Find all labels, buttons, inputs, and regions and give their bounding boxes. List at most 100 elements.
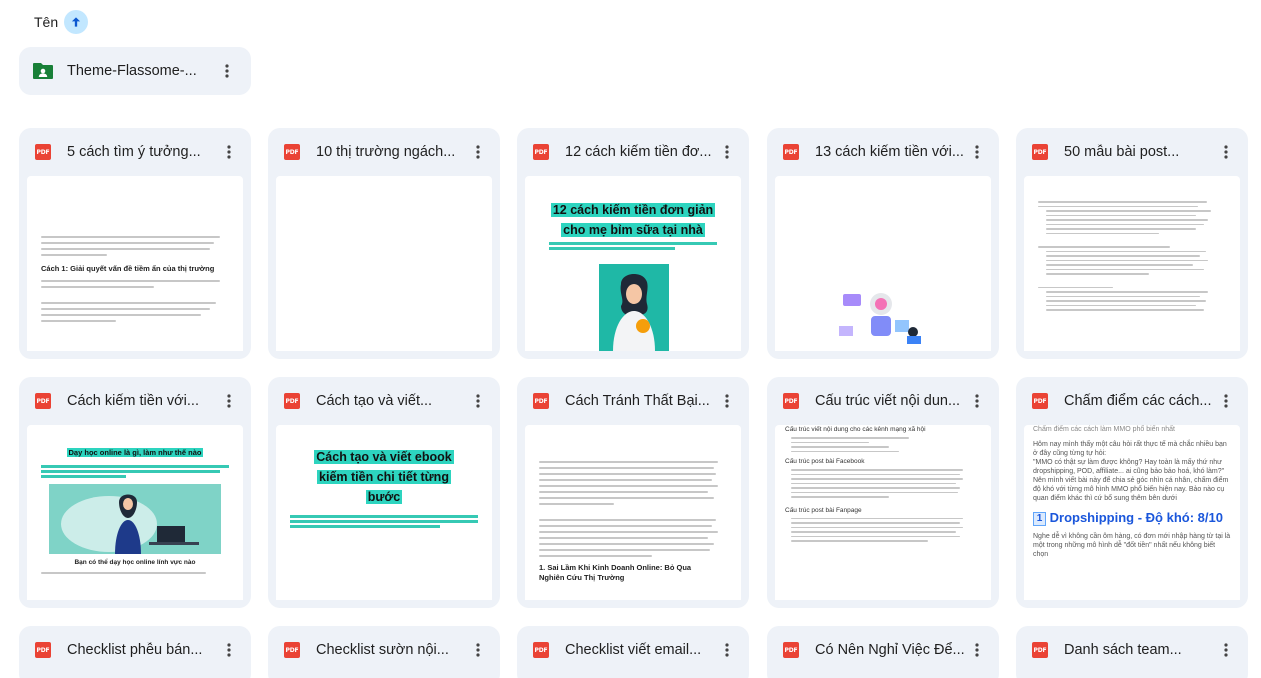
arrow-up-icon (72, 17, 81, 27)
pdf-icon: PDF (783, 393, 799, 409)
file-card[interactable]: PDF Cách tạo và viết... Cách tạo và viết… (268, 377, 500, 608)
more-vert-icon (476, 643, 480, 657)
sort-direction-button[interactable] (64, 10, 89, 34)
file-thumbnail (1024, 176, 1240, 351)
thumb-title: 12 cách kiếm tiền đơn giản (550, 203, 716, 217)
thumb-illustration (49, 484, 221, 554)
pdf-icon: PDF (35, 144, 51, 160)
more-options-button[interactable] (217, 389, 241, 413)
thumb-heading: Dropshipping - Độ khó: 8/10 (1049, 510, 1223, 525)
thumb-title: bước (365, 490, 403, 504)
file-name: Checklist viết email... (565, 642, 702, 658)
more-options-button[interactable] (466, 389, 490, 413)
thumb-paragraph: Hôm nay mình thấy một câu hỏi rất thực t… (1033, 441, 1227, 457)
file-name: Checklist phễu bán... (67, 642, 203, 658)
thumb-title: cho mẹ bỉm sữa tại nhà (561, 223, 705, 237)
folder-name: Theme-Flassome-... (67, 63, 197, 79)
file-card[interactable]: PDF Có Nên Nghỉ Việc Để... (767, 626, 999, 678)
thumb-illustration (599, 264, 669, 351)
more-options-button[interactable] (217, 638, 241, 662)
folder-item[interactable]: Theme-Flassome-... (19, 47, 251, 95)
file-thumbnail: Cách 1: Giải quyết vấn đề tiềm ẩn của th… (27, 176, 243, 351)
more-vert-icon (225, 64, 229, 78)
more-options-button[interactable] (466, 638, 490, 662)
pdf-icon: PDF (783, 642, 799, 658)
file-card[interactable]: PDF Checklist phễu bán... (19, 626, 251, 678)
sort-label[interactable]: Tên (34, 14, 58, 30)
thumb-title: Dạy học online là gì, làm như thế nào (66, 448, 204, 457)
file-card[interactable]: PDF 10 thị trường ngách... (268, 128, 500, 359)
file-name: Chấm điểm các cách... (1064, 393, 1212, 409)
file-card[interactable]: PDF Checklist sườn nội... (268, 626, 500, 678)
pdf-icon: PDF (35, 393, 51, 409)
more-options-button[interactable] (1214, 389, 1238, 413)
more-vert-icon (1224, 145, 1228, 159)
file-thumbnail: Cấu trúc viết nội dung cho các kênh mạng… (775, 425, 991, 600)
thumb-paragraph: Nghe dễ vì không cần ôm hàng, có đơn mới… (1033, 533, 1231, 558)
file-thumbnail: 1. Sai Lầm Khi Kinh Doanh Online: Bỏ Qua… (525, 425, 741, 600)
more-options-button[interactable] (215, 59, 239, 83)
more-vert-icon (725, 145, 729, 159)
file-card[interactable]: PDF 13 cách kiếm tiền với... (767, 128, 999, 359)
thumb-title: Cấu trúc viết nội dung cho các kênh mạng… (785, 426, 926, 433)
file-thumbnail: Dạy học online là gì, làm như thế nào Bạ… (27, 425, 243, 600)
more-vert-icon (975, 643, 979, 657)
more-options-button[interactable] (715, 389, 739, 413)
thumb-subheading: Cấu trúc post bài Fanpage (785, 506, 862, 514)
thumb-subheading: Cấu trúc post bài Facebook (785, 458, 865, 465)
file-card[interactable]: PDF Cách Tránh Thất Bại... 1. Sai Lầm Kh… (517, 377, 749, 608)
file-card[interactable]: PDF Checklist viết email... (517, 626, 749, 678)
more-options-button[interactable] (965, 140, 989, 164)
more-vert-icon (476, 145, 480, 159)
pdf-icon: PDF (284, 144, 300, 160)
more-vert-icon (227, 643, 231, 657)
thumb-caption: Bạn có thể dạy học online lính vực nào (74, 559, 196, 566)
file-name: 5 cách tìm ý tưởng... (67, 144, 201, 160)
thumb-title: Cách tạo và viết ebook (314, 450, 454, 464)
file-thumbnail: Chấm điểm các cách làm MMO phổ biến nhất… (1024, 425, 1240, 600)
file-name: Checklist sườn nội... (316, 642, 449, 658)
file-thumbnail: 12 cách kiếm tiền đơn giản cho mẹ bỉm sữ… (525, 176, 741, 351)
pdf-icon: PDF (284, 393, 300, 409)
file-card[interactable]: PDF 50 mẫu bài post... (1016, 128, 1248, 359)
thumb-illustration (839, 293, 921, 344)
more-options-button[interactable] (965, 389, 989, 413)
pdf-icon: PDF (35, 642, 51, 658)
more-vert-icon (476, 394, 480, 408)
pdf-icon: PDF (1032, 393, 1048, 409)
more-options-button[interactable] (466, 140, 490, 164)
file-card[interactable]: PDF Cách kiếm tiền với... Dạy học online… (19, 377, 251, 608)
file-card[interactable]: PDF 12 cách kiếm tiền đơ... 12 cách kiếm… (517, 128, 749, 359)
more-options-button[interactable] (715, 140, 739, 164)
pdf-icon: PDF (783, 144, 799, 160)
pdf-icon: PDF (284, 642, 300, 658)
more-options-button[interactable] (965, 638, 989, 662)
more-vert-icon (975, 145, 979, 159)
file-card[interactable]: PDF Danh sách team... (1016, 626, 1248, 678)
pdf-icon: PDF (1032, 642, 1048, 658)
file-name: Cách tạo và viết... (316, 393, 433, 409)
file-thumbnail (775, 176, 991, 351)
more-vert-icon (1224, 394, 1228, 408)
more-options-button[interactable] (1214, 638, 1238, 662)
thumb-heading: Cách 1: Giải quyết vấn đề tiềm ẩn của th… (41, 264, 215, 273)
more-vert-icon (227, 145, 231, 159)
file-card[interactable]: PDF 5 cách tìm ý tưởng... Cách 1: Giải q… (19, 128, 251, 359)
thumb-heading: Nghiên Cứu Thị Trường (539, 573, 625, 582)
pdf-icon: PDF (533, 393, 549, 409)
file-thumbnail (276, 176, 492, 351)
file-name: Cấu trúc viết nội dun... (815, 393, 961, 409)
sort-header: Tên (34, 10, 89, 34)
pdf-icon: PDF (533, 642, 549, 658)
more-options-button[interactable] (715, 638, 739, 662)
more-vert-icon (1224, 643, 1228, 657)
more-options-button[interactable] (217, 140, 241, 164)
thumb-title: kiếm tiền chi tiết từng (317, 470, 451, 484)
file-name: Cách kiếm tiền với... (67, 393, 199, 409)
file-card[interactable]: PDF Chấm điểm các cách... Chấm điểm các … (1016, 377, 1248, 608)
file-name: 50 mẫu bài post... (1064, 144, 1180, 160)
file-card[interactable]: PDF Cấu trúc viết nội dun... Cấu trúc vi… (767, 377, 999, 608)
file-name: Có Nên Nghỉ Việc Để... (815, 642, 965, 658)
more-options-button[interactable] (1214, 140, 1238, 164)
file-name: Cách Tránh Thất Bại... (565, 393, 710, 409)
